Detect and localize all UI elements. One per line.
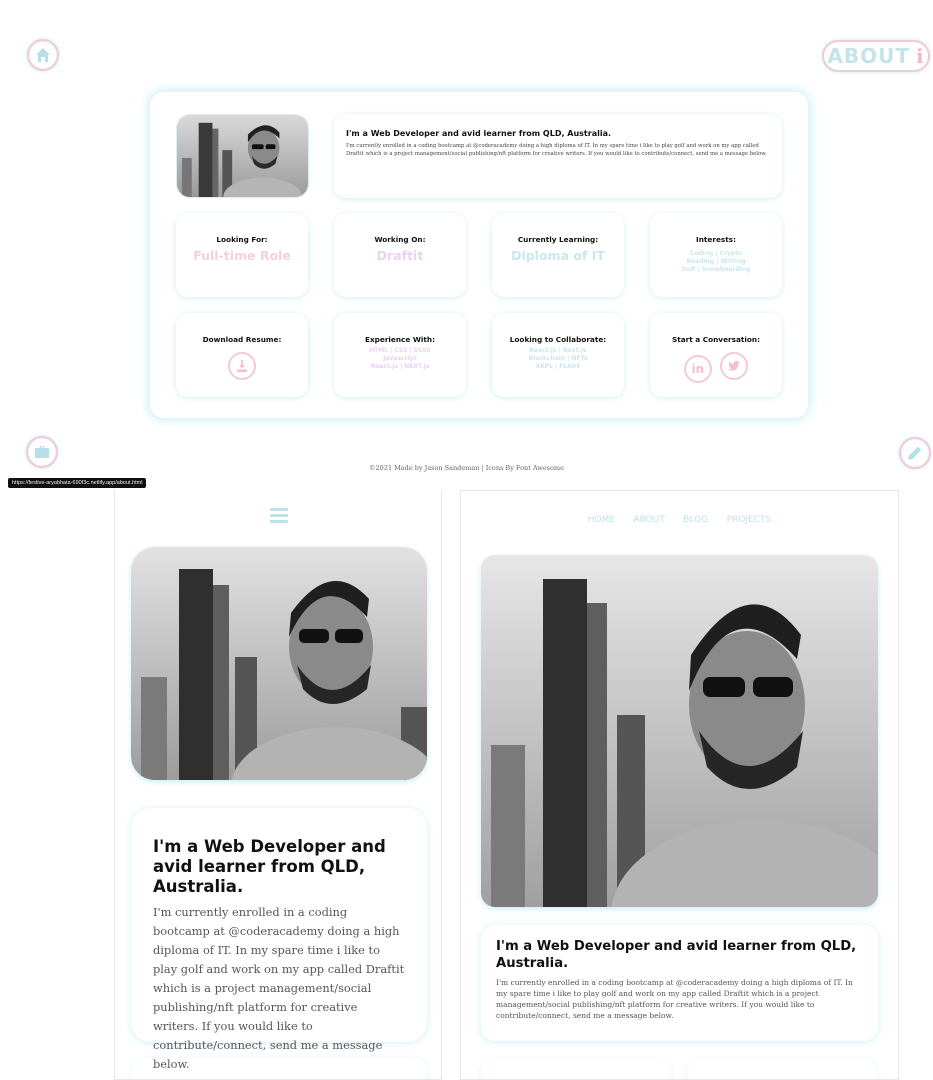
tablet-preview: HOME ABOUT BLOG PROJECTS I'm a Web Devel…: [460, 490, 899, 1080]
nav-projects-link[interactable]: PROJECTS: [727, 515, 772, 525]
mobile-profile-photo: [131, 547, 427, 780]
profile-photo: [176, 114, 309, 198]
home-icon: [36, 48, 50, 62]
status-bar-url: https://festive-aryabhata-690f3c.netlify…: [8, 478, 147, 488]
mobile-intro-body: I'm currently enrolled in a coding bootc…: [153, 905, 405, 1071]
learning-card: Currently Learning: Diploma of IT: [492, 213, 624, 297]
tablet-intro-body: I'm currently enrolled in a coding bootc…: [496, 978, 853, 1020]
working-on-card: Working On: Draftit: [334, 213, 466, 297]
twitter-icon: [728, 360, 741, 371]
home-button[interactable]: [27, 39, 59, 71]
experience-line-3: React.js | NEXT.js: [370, 363, 430, 370]
tablet-next-card-right: [687, 1059, 877, 1079]
linkedin-icon: in: [691, 362, 705, 376]
hamburger-menu-icon[interactable]: [270, 508, 288, 526]
mobile-preview: I'm a Web Developer and avid learner fro…: [114, 490, 442, 1080]
learning-value: Diploma of IT: [511, 248, 605, 263]
about-page-indicator[interactable]: ABOUT i: [822, 40, 930, 72]
info-icon: i: [916, 44, 925, 68]
looking-for-value: Full-time Role: [193, 248, 291, 263]
experience-line-2: Javascript: [383, 355, 417, 362]
collaborate-line-2: Blockchain | NFTs: [528, 355, 588, 362]
twitter-button[interactable]: [720, 352, 749, 380]
intro-card: I'm a Web Developer and avid learner fro…: [334, 114, 782, 198]
tablet-intro-card: I'm a Web Developer and avid learner fro…: [481, 925, 878, 1041]
about-label: ABOUT: [827, 44, 910, 68]
looking-for-card: Looking For: Full-time Role: [176, 213, 308, 297]
nav-home-link[interactable]: HOME: [588, 515, 615, 525]
collaborate-line-1: React.js | Next.js: [529, 347, 587, 354]
nav-blog-link[interactable]: BLOG: [683, 515, 708, 525]
footer-credits: ©2021 Made by Jason Sandeman | Icons By …: [369, 464, 564, 472]
working-on-title: Working On:: [374, 235, 426, 244]
collaborate-line-3: XRPL | FLARE: [535, 363, 581, 370]
mobile-intro-card: I'm a Web Developer and avid learner fro…: [131, 808, 427, 1071]
experience-card: Experience With: HTML | CSS | SCSS Javas…: [334, 313, 466, 397]
download-resume-title: Download Resume:: [202, 335, 282, 344]
download-resume-button[interactable]: [228, 352, 256, 380]
interests-line-1: Coding | Crypto: [689, 250, 743, 257]
interests-card: Interests: Coding | Crypto Reading | Wri…: [650, 213, 782, 297]
linkedin-button[interactable]: in: [683, 355, 712, 383]
mobile-next-card: [131, 1058, 427, 1079]
briefcase-icon: [35, 446, 49, 458]
pencil-icon: [908, 446, 922, 460]
conversation-card: Start a Conversation: in: [650, 313, 782, 397]
experience-line-1: HTML | CSS | SCSS: [369, 347, 431, 354]
interests-line-2: Reading | Writing: [686, 258, 746, 265]
interests-line-3: Golf | Snowboarding: [681, 266, 751, 273]
tablet-profile-photo: [481, 555, 878, 907]
working-on-value: Draftit: [376, 248, 424, 263]
tablet-nav: HOME ABOUT BLOG PROJECTS: [461, 509, 898, 527]
intro-body: I'm currently enrolled in a coding bootc…: [346, 143, 767, 157]
mobile-intro-heading: I'm a Web Developer and avid learner fro…: [153, 837, 386, 896]
nav-about-link[interactable]: ABOUT: [633, 515, 664, 525]
intro-heading: I'm a Web Developer and avid learner fro…: [346, 129, 612, 138]
learning-title: Currently Learning:: [517, 235, 599, 244]
collaborate-title: Looking to Collaborate:: [509, 335, 607, 344]
tablet-intro-heading: I'm a Web Developer and avid learner fro…: [496, 939, 857, 971]
collaborate-card: Looking to Collaborate: React.js | Next.…: [492, 313, 624, 397]
looking-for-title: Looking For:: [216, 235, 268, 244]
tablet-next-card-left: [481, 1059, 671, 1079]
conversation-title: Start a Conversation:: [671, 335, 760, 344]
download-icon: [236, 359, 248, 373]
interests-title: Interests:: [696, 235, 736, 244]
download-resume-card: Download Resume:: [176, 313, 308, 397]
experience-title: Experience With:: [364, 335, 436, 344]
